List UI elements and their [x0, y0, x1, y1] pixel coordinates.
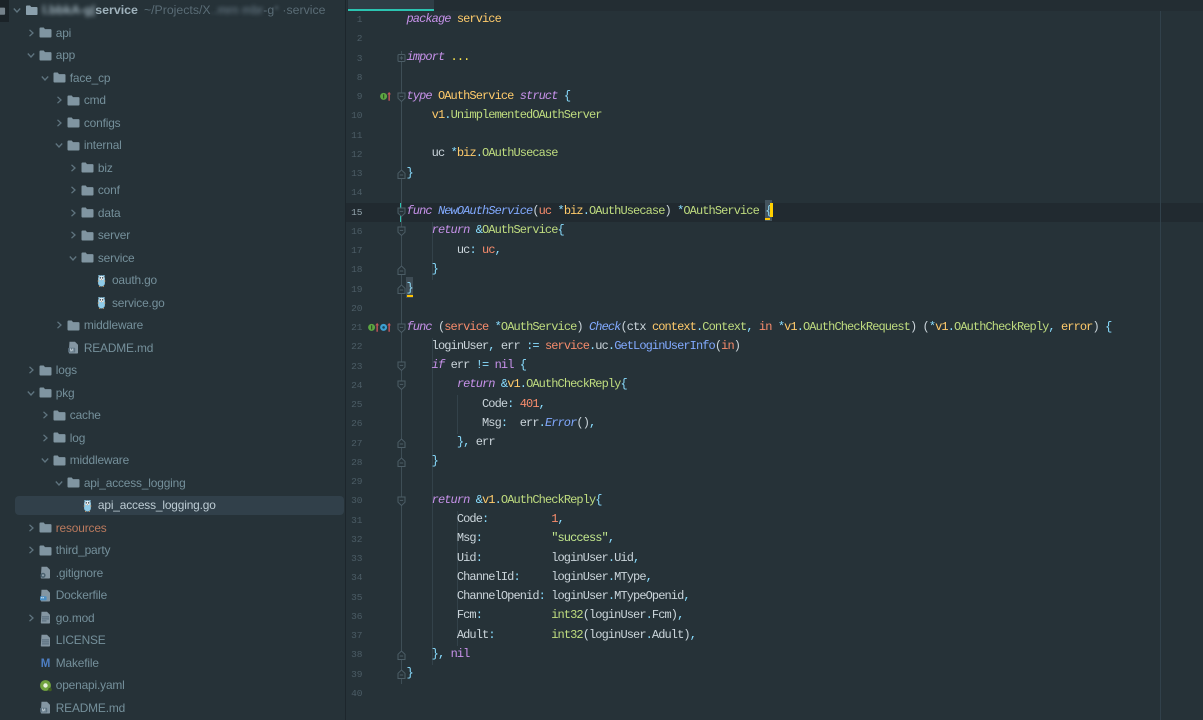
svg-text:M: M [70, 348, 74, 353]
svg-text:M: M [42, 708, 46, 713]
svg-text:M: M [41, 658, 51, 669]
